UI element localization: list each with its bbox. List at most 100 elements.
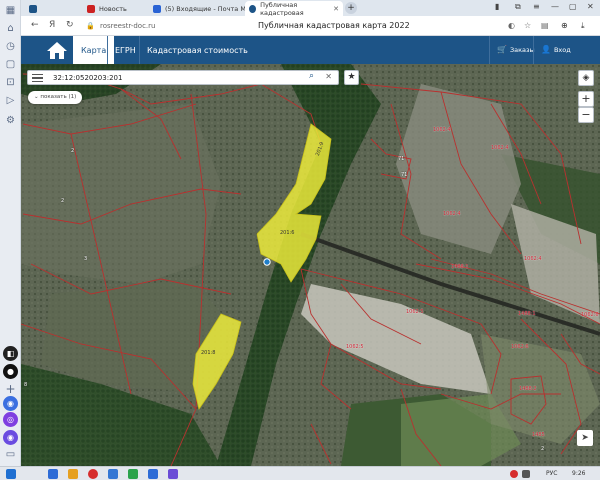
lock-icon: 🔒 <box>86 22 95 30</box>
map-label: 1062:5 <box>346 344 364 350</box>
clock-icon[interactable]: ◷ <box>4 40 17 53</box>
map-label: 1488:1 <box>451 264 469 270</box>
clear-icon[interactable]: ✕ <box>325 72 332 81</box>
extensions-icon[interactable]: ⊕ <box>561 21 568 30</box>
map-label: 1488:2 <box>519 386 537 392</box>
reader-icon[interactable]: ▤ <box>541 21 549 30</box>
downloads-icon[interactable]: ⤓ <box>581 21 585 31</box>
map-label: 2 <box>71 148 75 154</box>
maximize-icon[interactable]: ▢ <box>569 2 577 11</box>
chevron-down-icon: ⌄ <box>34 94 39 100</box>
page-title: Публичная кадастровая карта 2022 <box>258 21 410 30</box>
tab-menu[interactable] <box>25 1 45 16</box>
grid-icon[interactable]: ▦ <box>4 4 17 17</box>
download-icon[interactable]: ⊡ <box>4 76 17 89</box>
orders-button[interactable]: 🛒 Заказы <box>497 45 535 54</box>
orders-label: Заказы <box>509 45 535 54</box>
map-label: 71 <box>398 156 405 162</box>
map-label: 1062:4 <box>524 256 542 262</box>
alice-icon[interactable]: ● <box>3 364 18 379</box>
map-label: 1485 <box>532 432 545 438</box>
search-box: ⌕ ✕ <box>27 70 339 85</box>
close-icon[interactable]: ✕ <box>333 5 339 13</box>
parcel-label[interactable]: 201:8 <box>201 350 215 356</box>
browser-sidebar: ▦ ⌂ ◷ ▢ ⊡ ▷ ⚙ ◧ ● + ◉ ◎ ◉ ▭ <box>0 0 21 466</box>
panel-icon[interactable]: ▭ <box>4 448 17 461</box>
map-label: 1062:5 <box>406 309 424 315</box>
clock[interactable]: 9:26 <box>572 470 585 477</box>
satellite-imagery <box>21 64 600 466</box>
search-icon[interactable]: ⌕ <box>309 71 314 81</box>
tabs-icon[interactable]: ⧉ <box>515 2 521 12</box>
layers-icon[interactable]: ◈ <box>578 70 594 86</box>
word-icon[interactable] <box>108 469 118 479</box>
url-field[interactable]: rosreestr-doc.ru <box>100 22 155 30</box>
user-icon: 👤 <box>541 45 551 54</box>
bookmark-star-icon[interactable]: ☆ <box>524 21 531 30</box>
protect-icon[interactable]: ◐ <box>508 21 515 30</box>
map-label: 71 <box>401 172 408 178</box>
voice-icon[interactable]: ◉ <box>3 430 18 445</box>
map-label: 2 <box>541 446 545 452</box>
bookmark-icon[interactable]: ▢ <box>4 58 17 71</box>
map-label: 1488:1 <box>518 311 536 317</box>
locate-icon[interactable]: ➤ <box>577 430 593 446</box>
site-header: Карта ЕГРН Кадастровая стоимость 🛒 Заказ… <box>21 36 600 64</box>
start-icon[interactable] <box>6 469 16 479</box>
parcel-label[interactable]: 201:6 <box>280 230 294 236</box>
tray-icon[interactable] <box>510 470 518 478</box>
site-favicon <box>249 4 257 13</box>
photo-icon[interactable] <box>148 469 158 479</box>
show-results-button[interactable]: ⌄ показать (1) <box>28 91 83 104</box>
tab-label: Новость <box>99 4 127 13</box>
map-label: 3 <box>84 256 88 262</box>
home-icon[interactable]: ⌂ <box>4 22 17 35</box>
cadastral-map[interactable]: 1062:4 1062:4 1062:4 1062:4 1062:5 1062:… <box>21 64 600 466</box>
app-icon[interactable] <box>168 469 178 479</box>
messenger-icon[interactable]: ◉ <box>3 396 18 411</box>
tab-label: Публичная кадастровая <box>260 0 304 17</box>
window-icon[interactable] <box>48 469 58 479</box>
map-label: 1062:4 <box>491 145 509 151</box>
back-icon[interactable]: ← <box>31 20 39 30</box>
new-tab-button[interactable]: + <box>345 2 357 14</box>
address-bar: ← Я ↻ 🔒 rosreestr-doc.ru Публичная кадас… <box>21 16 600 36</box>
settings-icon[interactable]: ⚙ <box>4 114 17 127</box>
tab-news[interactable]: Новость <box>83 1 147 16</box>
reload-icon[interactable]: ↻ <box>66 20 74 30</box>
tab-bar: Новость (5) Входящие - Почта Mail Публич… <box>21 0 600 17</box>
volume-icon[interactable] <box>522 470 530 478</box>
minimize-icon[interactable]: — <box>551 2 559 11</box>
menu-icon[interactable]: ≡ <box>533 2 540 11</box>
language-indicator[interactable]: РУС <box>546 470 557 477</box>
home-icon[interactable] <box>46 40 68 60</box>
login-button[interactable]: 👤 Вход <box>541 45 571 54</box>
yandex-icon[interactable]: Я <box>49 20 55 30</box>
login-label: Вход <box>553 45 571 54</box>
browser-menu-icon <box>29 4 37 13</box>
search-input[interactable] <box>53 72 283 84</box>
window-close-icon[interactable]: ✕ <box>587 2 594 11</box>
play-icon[interactable]: ▷ <box>4 94 17 107</box>
tab-cadastral[interactable]: Публичная кадастровая ✕ <box>245 0 343 17</box>
cart-icon: 🛒 <box>497 45 507 54</box>
yandex-browser-icon[interactable] <box>88 469 98 479</box>
favorites-button[interactable]: ★ <box>344 70 359 85</box>
menu-icon[interactable] <box>31 72 44 84</box>
excel-icon[interactable] <box>128 469 138 479</box>
zoom-out-button[interactable]: − <box>578 107 594 123</box>
map-label: 1062:6 <box>511 344 529 350</box>
zoom-in-button[interactable]: + <box>578 91 594 107</box>
folder-icon[interactable] <box>68 469 78 479</box>
tab-mail[interactable]: (5) Входящие - Почта Mail <box>149 1 257 16</box>
tab-label: (5) Входящие - Почта Mail <box>165 4 254 13</box>
add-icon[interactable]: + <box>4 382 17 396</box>
assistant-icon[interactable]: ◎ <box>3 412 18 427</box>
location-marker <box>263 258 271 266</box>
map-label: 2 <box>61 198 65 204</box>
app-icon[interactable]: ◧ <box>3 346 18 361</box>
bookmark-ribbon-icon[interactable]: ▮ <box>495 2 499 11</box>
show-results-label: показать (1) <box>40 94 77 100</box>
mail-icon <box>153 4 161 13</box>
tab-cadastral-value[interactable]: Кадастровая стоимость <box>139 36 256 64</box>
